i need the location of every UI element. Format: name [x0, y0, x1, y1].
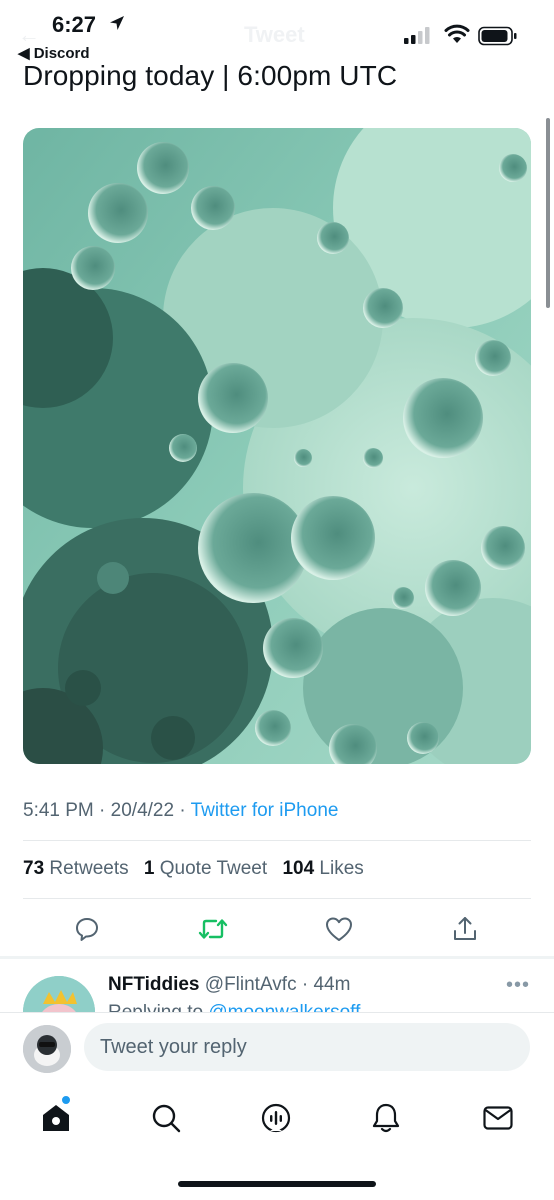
more-options-icon[interactable]: •••	[506, 974, 530, 997]
location-arrow-icon	[108, 14, 126, 37]
like-icon[interactable]	[322, 912, 356, 946]
tweet-text: Dropping today | 6:00pm UTC	[23, 60, 398, 91]
meta-separator: ·	[99, 800, 111, 821]
quotes-label: Quote Tweet	[159, 858, 268, 879]
tweet-time: 5:41 PM	[23, 800, 94, 821]
reply-author-name: NFTiddies	[108, 974, 200, 995]
avatar[interactable]	[23, 976, 95, 1014]
cellular-signal-icon	[404, 26, 432, 49]
tweet-meta: 5:41 PM · 20/4/22 · Twitter for iPhone	[23, 800, 338, 822]
divider	[23, 840, 531, 841]
reply-composer: Tweet your reply	[0, 1012, 554, 1083]
tweet-stats: 73 Retweets 1 Quote Tweet 104 Likes	[23, 858, 364, 880]
reply-author[interactable]: NFTiddies @FlintAvfc · 44m	[108, 974, 350, 996]
notification-dot	[60, 1094, 72, 1106]
notifications-icon[interactable]	[366, 1098, 406, 1138]
meta-separator: ·	[179, 800, 191, 821]
tweet-actions	[0, 908, 554, 952]
retweets-stat[interactable]: 73 Retweets	[23, 858, 129, 879]
section-separator	[0, 956, 554, 959]
battery-icon	[478, 26, 518, 51]
retweets-label: Retweets	[49, 858, 129, 879]
moon-crater-image[interactable]	[23, 128, 531, 764]
likes-stat[interactable]: 104 Likes	[282, 858, 363, 879]
retweet-icon[interactable]	[196, 912, 230, 946]
search-icon[interactable]	[146, 1098, 186, 1138]
likes-count: 104	[282, 858, 315, 879]
spaces-icon[interactable]	[256, 1098, 296, 1138]
divider	[23, 898, 531, 899]
tweet-date: 20/4/22	[110, 800, 175, 821]
status-time: 6:27	[52, 12, 97, 37]
reply-author-handle: @FlintAvfc	[204, 974, 297, 995]
status-bar: ← Tweet 6:27 ◀ Discord	[0, 0, 554, 64]
messages-icon[interactable]	[478, 1098, 518, 1138]
reply-age: · 44m	[301, 974, 351, 995]
reply-input[interactable]: Tweet your reply	[84, 1023, 530, 1071]
tab-bar	[0, 1084, 554, 1164]
reply-icon[interactable]	[70, 912, 104, 946]
avatar[interactable]	[23, 1025, 71, 1073]
tweet-source-link[interactable]: Twitter for iPhone	[191, 800, 339, 821]
quotes-count: 1	[143, 858, 155, 879]
quotes-stat[interactable]: 1 Quote Tweet	[144, 858, 267, 879]
retweets-count: 73	[23, 858, 45, 879]
header-title: Tweet	[244, 22, 305, 47]
wifi-icon	[444, 24, 470, 49]
likes-label: Likes	[319, 858, 364, 879]
reply-tweet[interactable]: NFTiddies @FlintAvfc · 44m ••• Replying …	[0, 962, 554, 1014]
scrollbar-thumb[interactable]	[546, 118, 550, 308]
share-icon[interactable]	[448, 912, 482, 946]
home-indicator	[178, 1181, 376, 1187]
